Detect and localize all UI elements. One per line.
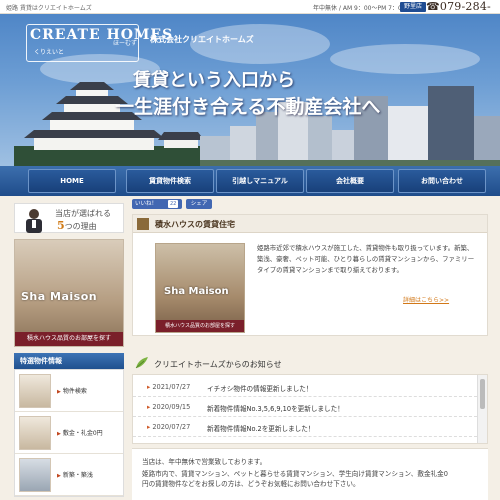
feature-item-zero-deposit[interactable]: 敷金・礼金0円 bbox=[15, 412, 123, 454]
building-icon bbox=[137, 218, 149, 230]
nav-property-search[interactable]: 賃貸物件検索 bbox=[126, 169, 214, 193]
reason-number: 5 bbox=[57, 219, 65, 232]
property-thumbnail bbox=[19, 416, 51, 450]
news-scrollbar[interactable] bbox=[477, 375, 487, 443]
logo-hiragana: ほーむず bbox=[113, 40, 138, 47]
news-text: 新着物件情報No.2を更新しました！ bbox=[207, 425, 315, 433]
hero-headline-1: 賃貸という入口から bbox=[133, 70, 295, 91]
sekisui-heading-bar: 積水ハウスの賃貸住宅 bbox=[133, 215, 487, 233]
business-hours: 年中無休 / AM 9：00〜PM 7：00 bbox=[313, 5, 406, 12]
five-reasons-banner[interactable]: 当店が選ばれる 5つの理由 bbox=[14, 203, 124, 233]
news-date: 2020/09/15 bbox=[147, 403, 190, 411]
feature-label: 新築・築浅 bbox=[57, 470, 93, 479]
news-text: イチオシ物件の情報更新しました！ bbox=[207, 385, 313, 393]
reason-text-3: つの理由 bbox=[64, 222, 97, 231]
feature-item-new-build[interactable]: 新築・築浅 bbox=[15, 454, 123, 496]
feature-label: 敷金・礼金0円 bbox=[57, 428, 103, 437]
property-thumbnail bbox=[19, 458, 51, 492]
property-thumbnail bbox=[19, 374, 51, 408]
nav-home[interactable]: HOME bbox=[28, 169, 116, 193]
news-list: 2021/07/27 イチオシ物件の情報更新しました！ 2020/09/15 新… bbox=[132, 374, 488, 444]
logo-subtext: くりえいと bbox=[34, 49, 65, 56]
leaf-icon bbox=[135, 357, 148, 369]
news-heading: クリエイトホームズからのお知らせ bbox=[154, 360, 282, 369]
nav-contact[interactable]: お問い合わせ bbox=[398, 169, 486, 193]
feature-item-search[interactable]: 物件検索 bbox=[15, 370, 123, 412]
staff-person-icon bbox=[26, 209, 42, 233]
like-label: いいね！ bbox=[135, 201, 158, 207]
sekisui-section: 積水ハウスの賃貸住宅 Sha Maison 積水ハウス品質のお部屋を探す 姫路市… bbox=[132, 214, 488, 336]
featured-properties-heading: 特選物件情報 bbox=[14, 353, 124, 369]
featured-properties-list: 物件検索 敷金・礼金0円 新築・築浅 bbox=[14, 369, 124, 497]
shamaison-image-logo: Sha Maison bbox=[164, 286, 229, 297]
main-navigation: HOME 賃貸物件検索 引越しマニュアル 会社概要 お問い合わせ bbox=[0, 166, 500, 196]
reason-text-1: 当店が選ばれる bbox=[55, 209, 111, 218]
sekisui-heading: 積水ハウスの賃貸住宅 bbox=[155, 219, 235, 229]
shamaison-logo: Sha Maison bbox=[21, 290, 98, 303]
shamaison-image-caption: 積水ハウス品質のお部屋を探す bbox=[156, 320, 244, 332]
site-tagline: 姫路 賃貸はクリエイトホームズ bbox=[6, 5, 92, 12]
nav-company-profile[interactable]: 会社概要 bbox=[306, 169, 394, 193]
sekisui-description: 姫路市近郊で積水ハウスが施工した、賃貸物件も取り扱っています。新築、築浅、豪奢、… bbox=[257, 244, 475, 274]
news-date: 2020/07/27 bbox=[147, 423, 190, 431]
info-line-3: 円の賃貸物件などをお探しの方は、どうぞお気軽にお問い合わせ下さい。 bbox=[142, 480, 360, 488]
news-text: 新着物件情報No.3,5,6,9,10を更新しました！ bbox=[207, 405, 344, 413]
info-line-1: 当店は、年中無休で営業致しております。 bbox=[142, 458, 267, 466]
nav-moving-manual[interactable]: 引越しマニュアル bbox=[216, 169, 304, 193]
sidebar: 当店が選ばれる 5つの理由 Sha Maison 積水ハウス品質のお部屋を探す … bbox=[14, 203, 124, 500]
hero-banner: CREATE HOMES くりえいと ほーむず 株式会社クリエイトホームズ 賃貸… bbox=[0, 14, 500, 166]
feature-label: 物件検索 bbox=[57, 386, 87, 395]
news-item[interactable]: 2020/09/15 新着物件情報No.3,5,6,9,10を更新しました！ bbox=[133, 397, 477, 417]
shamaison-caption: 積水ハウス品質のお部屋を探す bbox=[15, 332, 123, 346]
news-item[interactable]: 2021/07/27 イチオシ物件の情報更新しました！ bbox=[133, 377, 477, 397]
store-badge[interactable]: 野里店 bbox=[400, 2, 427, 12]
main-content: いいね！ 22 シェア 積水ハウスの賃貸住宅 Sha Maison 積水ハウス品… bbox=[132, 196, 488, 500]
shamaison-image[interactable]: Sha Maison 積水ハウス品質のお部屋を探す bbox=[155, 243, 245, 333]
like-count: 22 bbox=[168, 200, 179, 208]
shamaison-banner[interactable]: Sha Maison 積水ハウス品質のお部屋を探す bbox=[14, 239, 124, 347]
info-line-2: 姫路市内で、賃貸マンション、ペットと暮らせる賃貸マンション、学生向け賃貸マンショ… bbox=[142, 470, 448, 478]
hero-headline-2: 一生涯付き合える不動産会社へ bbox=[115, 96, 381, 118]
facebook-share-button[interactable]: シェア bbox=[186, 199, 212, 209]
news-item[interactable]: 2020/07/27 新着物件情報No.2を更新しました！ bbox=[133, 417, 477, 437]
reason-text-2: 5つの理由 bbox=[57, 219, 97, 232]
news-heading-bar: クリエイトホームズからのお知らせ bbox=[132, 356, 488, 372]
detail-link[interactable]: 詳細はこちら>> bbox=[403, 295, 449, 304]
news-date: 2021/07/27 bbox=[147, 383, 190, 391]
scrollbar-thumb[interactable] bbox=[480, 379, 485, 409]
top-bar: 姫路 賃貸はクリエイトホームズ 年中無休 / AM 9：00〜PM 7：00 野… bbox=[0, 0, 500, 26]
company-name: 株式会社クリエイトホームズ bbox=[150, 35, 254, 44]
store-info: 当店は、年中無休で営業致しております。 姫路市内で、賃貸マンション、ペットと暮ら… bbox=[132, 448, 488, 500]
